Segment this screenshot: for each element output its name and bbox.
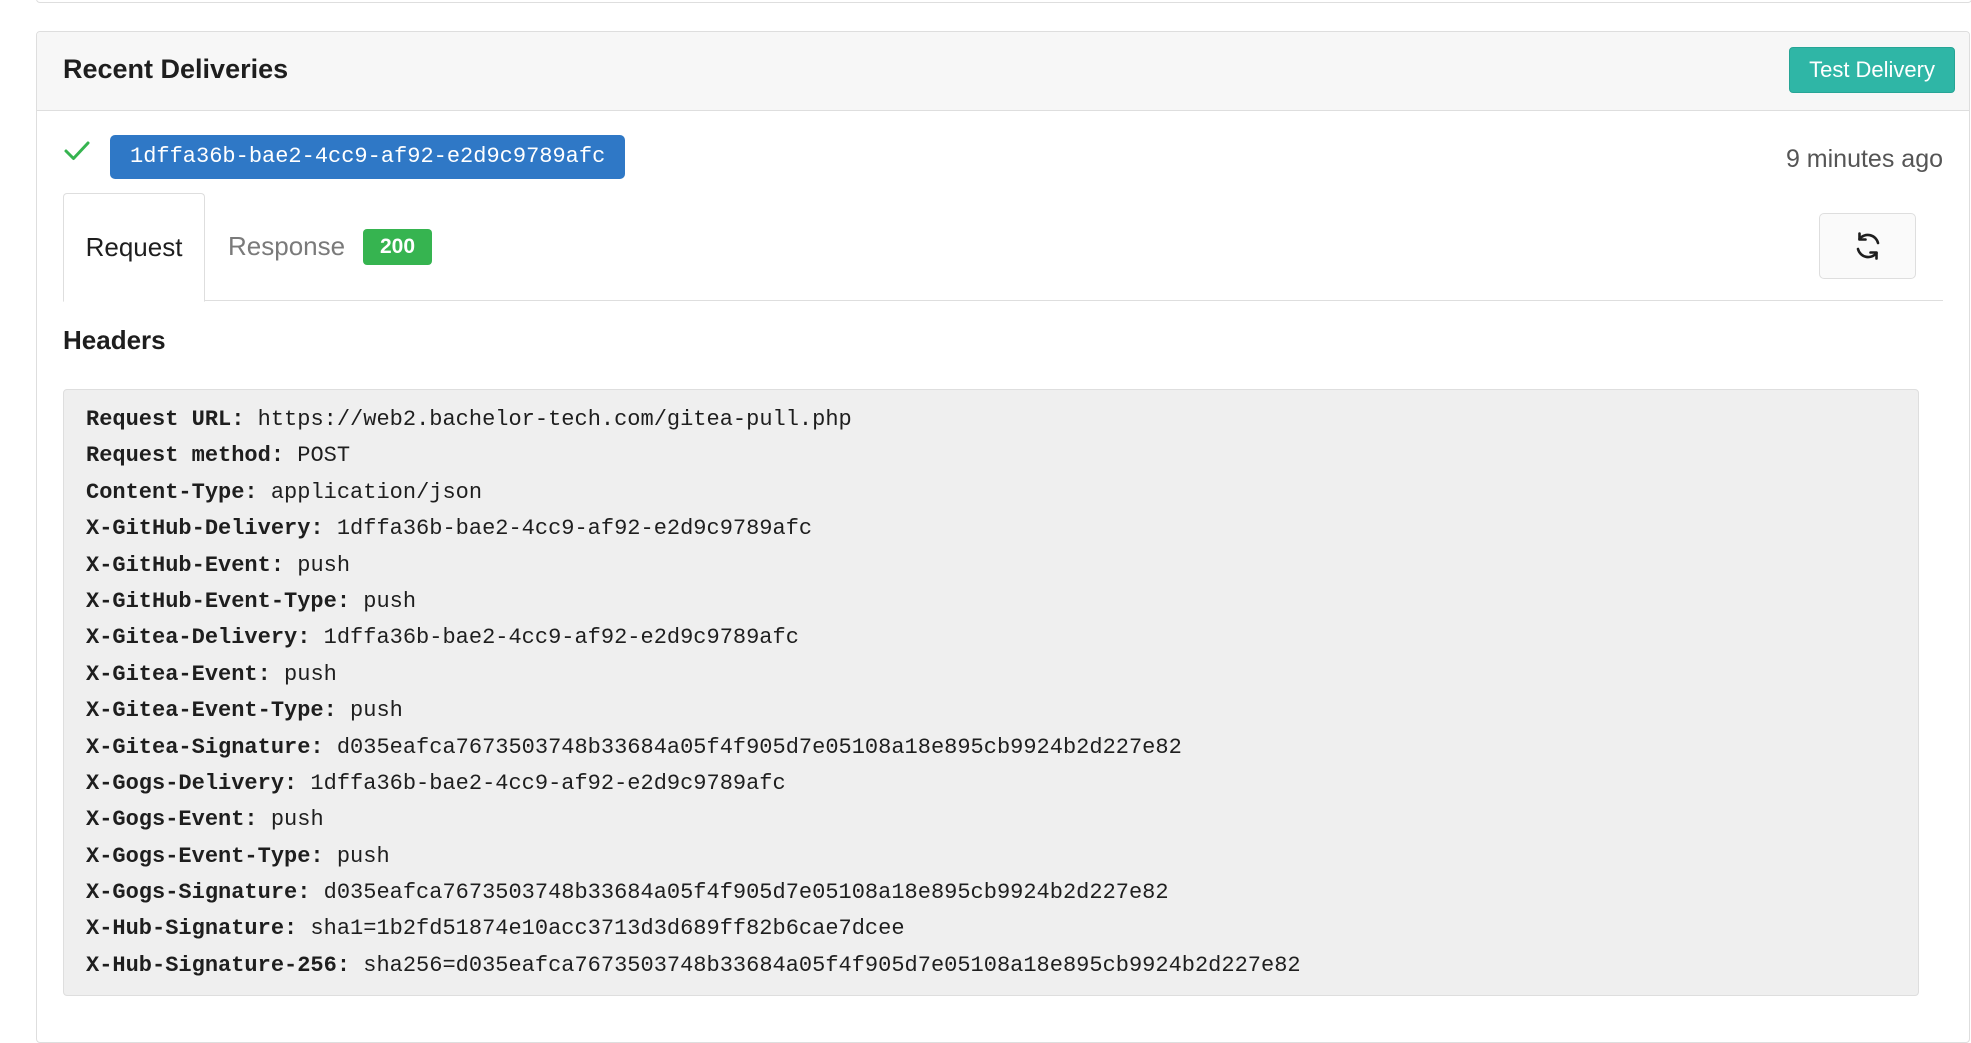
header-line: X-Gitea-Event-Type: push <box>86 693 1896 729</box>
header-line: Request URL: https://web2.bachelor-tech.… <box>86 402 1896 438</box>
header-key: X-Gogs-Delivery: <box>86 770 298 796</box>
delivery-id-label[interactable]: 1dffa36b-bae2-4cc9-af92-e2d9c9789afc <box>110 135 626 179</box>
tab-response[interactable]: Response <box>228 193 345 299</box>
delivery-row: 1dffa36b-bae2-4cc9-af92-e2d9c9789afc 9 m… <box>37 111 1969 193</box>
header-key: X-Gitea-Event: <box>86 661 271 687</box>
delivery-time: 9 minutes ago <box>1785 145 1943 173</box>
header-key: X-Gogs-Signature: <box>86 880 311 906</box>
tab-request[interactable]: Request <box>63 193 205 302</box>
header-line: X-Gitea-Delivery: 1dffa36b-bae2-4cc9-af9… <box>86 620 1896 656</box>
header-key: X-GitHub-Event-Type: <box>86 588 351 614</box>
header-value: sha256=d035eafca7673503748b33684a05f4f90… <box>350 952 1301 978</box>
panel-title: Recent Deliveries <box>63 54 289 84</box>
header-line: X-Gitea-Event: push <box>86 657 1896 693</box>
recent-deliveries-panel: Recent Deliveries Test Delivery 1dffa36b… <box>36 31 1970 1043</box>
header-key: Content-Type: <box>86 479 258 505</box>
header-line: X-Gitea-Signature: d035eafca7673503748b3… <box>86 730 1896 766</box>
header-value: push <box>336 698 403 724</box>
header-line: X-Gogs-Signature: d035eafca7673503748b33… <box>86 875 1896 911</box>
header-line: Content-Type: application/json <box>86 475 1896 511</box>
header-key: X-Gitea-Signature: <box>86 734 324 760</box>
header-key: X-GitHub-Event: <box>86 552 285 578</box>
header-line: X-Gogs-Event-Type: push <box>86 839 1896 875</box>
header-key: X-Gogs-Event-Type: <box>86 843 324 869</box>
header-key: X-Gitea-Delivery: <box>86 625 311 651</box>
test-delivery-button[interactable]: Test Delivery <box>1789 47 1955 93</box>
header-line: Request method: POST <box>86 438 1896 474</box>
header-line: X-GitHub-Delivery: 1dffa36b-bae2-4cc9-af… <box>86 511 1896 547</box>
refresh-icon <box>1856 232 1879 260</box>
delivery-tabs: Request Response 200 <box>63 193 1943 302</box>
header-value: push <box>323 843 390 869</box>
check-icon <box>64 141 90 160</box>
header-line: X-Hub-Signature-256: sha256=d035eafca767… <box>86 948 1896 984</box>
response-status-badge: 200 <box>363 229 433 265</box>
header-value: 1dffa36b-bae2-4cc9-af92-e2d9c9789afc <box>323 516 813 542</box>
header-key: Request URL: <box>86 407 245 432</box>
header-value: push <box>284 552 351 578</box>
header-value: push <box>350 588 417 614</box>
header-line: X-GitHub-Event: push <box>86 548 1896 584</box>
header-key: X-Hub-Signature-256: <box>86 952 351 978</box>
header-value: d035eafca7673503748b33684a05f4f905d7e051… <box>323 734 1182 760</box>
header-key: X-GitHub-Delivery: <box>86 516 324 542</box>
header-line: X-Gogs-Event: push <box>86 802 1896 838</box>
header-line: X-Hub-Signature: sha1=1b2fd51874e10acc37… <box>86 911 1896 947</box>
header-key: X-Gitea-Event-Type: <box>86 698 337 724</box>
header-value: sha1=1b2fd51874e10acc3713d3d689ff82b6cae… <box>297 916 905 942</box>
headers-box: Request URL: https://web2.bachelor-tech.… <box>63 389 1919 996</box>
header-key: X-Hub-Signature: <box>86 916 298 942</box>
header-value: push <box>270 661 337 687</box>
refresh-button[interactable] <box>1819 213 1916 279</box>
header-value: POST <box>284 443 351 469</box>
header-key: X-Gogs-Event: <box>86 807 258 833</box>
headers-title: Headers <box>63 325 166 355</box>
previous-segment <box>36 0 1971 3</box>
header-value: 1dffa36b-bae2-4cc9-af92-e2d9c9789afc <box>310 625 799 651</box>
panel-header: Recent Deliveries Test Delivery <box>37 32 1969 111</box>
header-line: X-GitHub-Event-Type: push <box>86 584 1896 620</box>
header-value: 1dffa36b-bae2-4cc9-af92-e2d9c9789afc <box>297 770 786 796</box>
header-value: application/json <box>257 479 483 505</box>
header-line: X-Gogs-Delivery: 1dffa36b-bae2-4cc9-af92… <box>86 766 1896 802</box>
header-key: Request method: <box>86 443 285 469</box>
header-value: push <box>257 807 324 833</box>
header-value: d035eafca7673503748b33684a05f4f905d7e051… <box>310 880 1169 906</box>
header-value: https://web2.bachelor-tech.com/gitea-pul… <box>244 407 852 432</box>
